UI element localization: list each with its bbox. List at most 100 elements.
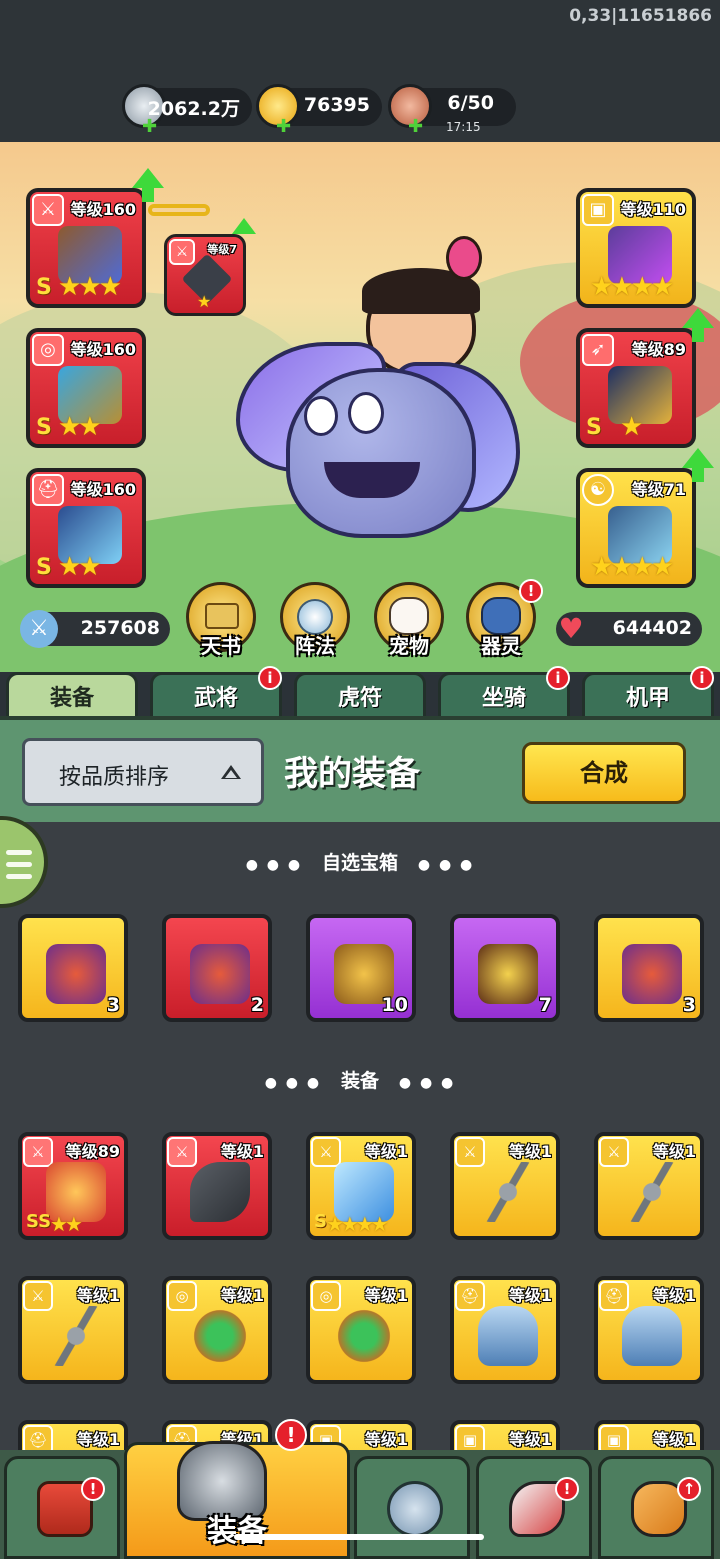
home-indicator[interactable] xyxy=(234,1534,484,1540)
equip-slot-accessory[interactable]: ☯ 等级71 ★★★★ xyxy=(576,468,696,588)
gear-item[interactable]: ⛑ 等级1 xyxy=(450,1276,560,1384)
sort-quality-dropdown[interactable]: 按品质排序 xyxy=(22,738,264,806)
nav-shop[interactable]: ! xyxy=(4,1456,120,1559)
decor-dots: ● ● ● xyxy=(417,857,475,873)
silver-resource[interactable]: ✚ 2062.2万 xyxy=(122,84,252,137)
section-title: 装备 xyxy=(340,1070,379,1092)
gear-item[interactable]: ◎ 等级1 xyxy=(162,1276,272,1384)
merge-button[interactable]: 合成 xyxy=(522,742,686,804)
chain-link xyxy=(148,204,210,216)
sword-icon: ⚔ xyxy=(311,1137,341,1167)
item-level: 等级1 xyxy=(76,1286,120,1305)
amulet-art xyxy=(334,1306,394,1366)
chest-item[interactable]: 10 xyxy=(306,914,416,1022)
gear-item[interactable]: ⚔ 等级1 xyxy=(18,1276,128,1384)
section-gear-header: ● ● ● 装备 ● ● ● xyxy=(0,1066,720,1093)
artifact-spirit-button[interactable]: 器灵 ! xyxy=(466,579,543,658)
crossed-swords-icon xyxy=(387,1481,443,1537)
item-level: 等级1 xyxy=(76,1430,120,1449)
slot-level: 等级160 xyxy=(70,480,136,499)
add-stamina-icon[interactable]: ✚ xyxy=(408,116,423,137)
feature-label: 宠物 xyxy=(389,634,429,658)
nav-battle[interactable] xyxy=(354,1456,470,1559)
gold-resource[interactable]: ✚ 76395 xyxy=(256,84,382,137)
item-level: 等级1 xyxy=(364,1142,408,1161)
stars: ★★★★ xyxy=(590,552,674,582)
item-count: 10 xyxy=(381,994,408,1016)
equip-slot-medal[interactable]: ◎ 等级160 S ★★ xyxy=(26,328,146,448)
item-level: 等级1 xyxy=(508,1430,552,1449)
chest-item[interactable]: 3 xyxy=(18,914,128,1022)
equip-slot-armor[interactable]: ▣ 等级110 ★★★★ xyxy=(576,188,696,308)
nav-upgrade[interactable]: ↑ xyxy=(598,1456,714,1559)
tab-tiger-tally[interactable]: 虎符 xyxy=(294,672,426,718)
gold-value: 76395 xyxy=(303,94,370,116)
gear-item[interactable]: ⚔ 等级1 xyxy=(162,1132,272,1240)
gear-item[interactable]: ⛑ 等级1 xyxy=(594,1276,704,1384)
item-count: 7 xyxy=(538,994,552,1016)
elephant-mount[interactable] xyxy=(286,368,476,538)
item-count: 3 xyxy=(106,994,120,1016)
scroll-icon xyxy=(205,603,239,629)
add-gold-icon[interactable]: ✚ xyxy=(276,116,291,137)
chest-icon xyxy=(190,944,250,1004)
nav-equipment[interactable]: 装备 ! xyxy=(124,1419,350,1559)
tianshu-button[interactable]: 天书 xyxy=(186,582,256,658)
chest-icon xyxy=(622,944,682,1004)
equipment-header: 按品质排序 我的装备 合成 xyxy=(0,716,720,822)
equip-slot-boots[interactable]: ➶ 等级89 S ★ xyxy=(576,328,696,448)
section-chests-header: ● ● ● 自选宝箱 ● ● ● xyxy=(0,848,720,875)
item-level: 等级1 xyxy=(220,1142,264,1161)
equip-slot-weapon[interactable]: ⚔ 等级160 S ★★★ xyxy=(26,188,146,308)
stars: ★★ xyxy=(58,552,102,582)
equip-slot-helmet[interactable]: ⛑ 等级160 S ★★ xyxy=(26,468,146,588)
hero-scene: ⚔ 等级160 S ★★★ ◎ 等级160 S ★★ ⛑ 等级160 S ★★ … xyxy=(0,142,720,672)
sword-icon: ⚔ xyxy=(167,1137,197,1167)
slot-level: 等级89 xyxy=(631,340,686,359)
stamina-resource[interactable]: ✚ 6/50 17:15 xyxy=(388,84,516,137)
stars: ★★ xyxy=(58,412,102,442)
helmet-icon: ⛑ xyxy=(599,1281,629,1311)
info-badge: i xyxy=(546,666,570,690)
sword-icon: ⚔ xyxy=(23,1281,53,1311)
chest-icon xyxy=(46,944,106,1004)
pet-button[interactable]: 宠物 xyxy=(374,582,444,658)
upgrade-arrow-stem xyxy=(692,468,704,482)
formation-button[interactable]: 阵法 xyxy=(280,582,350,658)
gear-item[interactable]: ⚔ 等级89 SS ★★ xyxy=(18,1132,128,1240)
feature-label: 天书 xyxy=(201,634,241,658)
slot-level: 等级110 xyxy=(620,200,686,219)
helmet-art xyxy=(622,1306,682,1366)
heart-icon: ♥ xyxy=(558,612,584,645)
sort-label: 按品质排序 xyxy=(59,765,170,790)
item-level: 等级1 xyxy=(652,1286,696,1305)
upgrade-arrow-stem xyxy=(142,188,154,202)
slot-level: 等级160 xyxy=(70,340,136,359)
debug-text: 0,33|11651866 xyxy=(569,6,712,26)
blade-art xyxy=(622,1162,682,1222)
stamina-timer: 17:15 xyxy=(446,120,481,134)
rank-label: S xyxy=(36,275,52,300)
chest-item[interactable]: 7 xyxy=(450,914,560,1022)
chest-item[interactable]: 2 xyxy=(162,914,272,1022)
stars: ★ xyxy=(197,292,211,311)
medal-icon: ◎ xyxy=(167,1281,197,1311)
rank-label: SS xyxy=(26,1211,52,1232)
silver-value: 2062.2万 xyxy=(147,98,240,120)
gear-item[interactable]: ⚔ 等级1 S ★★★★ xyxy=(306,1132,416,1240)
item-count: 3 xyxy=(682,994,696,1016)
gear-item[interactable]: ⚔ 等级1 xyxy=(450,1132,560,1240)
item-level: 等级1 xyxy=(220,1286,264,1305)
equip-slot-shuriken[interactable]: ⚔ 等级7 ★ xyxy=(164,234,246,316)
stars: ★★★★ xyxy=(590,272,674,302)
sword-icon: ⚔ xyxy=(32,194,64,226)
nav-horn[interactable]: ! xyxy=(476,1456,592,1559)
tab-equipment[interactable]: 装备 xyxy=(6,672,138,718)
gear-item[interactable]: ⚔ 等级1 xyxy=(594,1132,704,1240)
decor-dots: ● ● ● xyxy=(245,857,303,873)
gear-item[interactable]: ◎ 等级1 xyxy=(306,1276,416,1384)
alert-badge: ! xyxy=(519,579,543,603)
info-badge: i xyxy=(258,666,282,690)
info-badge: i xyxy=(690,666,714,690)
chest-item[interactable]: 3 xyxy=(594,914,704,1022)
